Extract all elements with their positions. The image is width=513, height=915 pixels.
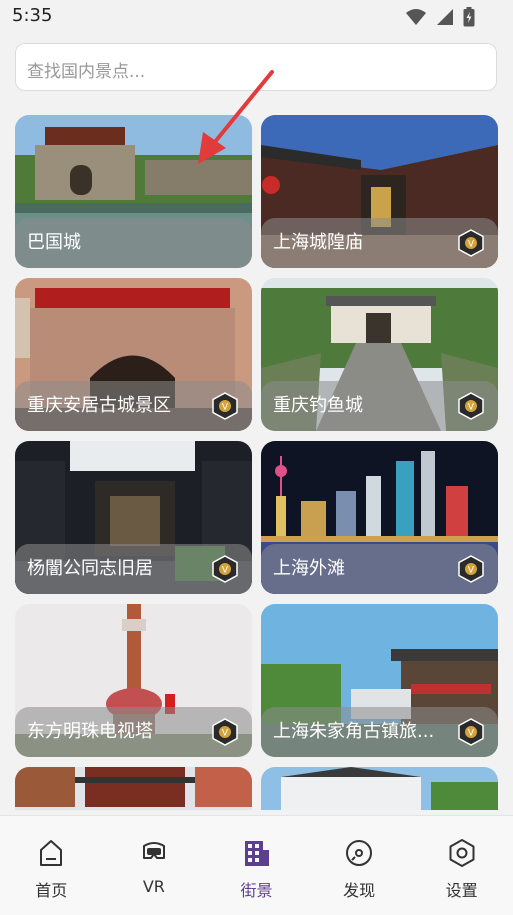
svg-text:V: V (468, 566, 475, 576)
card-title: 东方明珠电视塔 (27, 721, 153, 742)
vr-badge-icon: V (210, 554, 240, 584)
vr-badge-icon: V (456, 228, 486, 258)
vr-badge-icon: V (456, 554, 486, 584)
attraction-card[interactable]: 东方明珠电视塔 V (15, 604, 252, 757)
attraction-card[interactable]: 上海外滩 V (261, 441, 498, 594)
nav-label: 发现 (343, 881, 376, 900)
attraction-card[interactable]: 重庆安居古城景区 V (15, 278, 252, 431)
attraction-photo (261, 767, 498, 810)
vr-badge-icon: V (210, 717, 240, 747)
card-title: 杨闇公同志旧居 (27, 558, 153, 579)
card-title: 上海朱家角古镇旅... (273, 721, 435, 742)
card-title: 上海外滩 (273, 558, 345, 579)
svg-text:V: V (222, 403, 229, 413)
status-time: 5:35 (12, 5, 53, 26)
nav-item-home[interactable]: 首页 (0, 816, 103, 915)
vr-badge-icon: V (210, 391, 240, 421)
nav-label: 设置 (445, 881, 478, 900)
svg-text:V: V (468, 240, 475, 250)
settings-hexagon-icon (445, 836, 479, 870)
vr-badge-icon: V (456, 717, 486, 747)
search-placeholder: 查找国内景点... (27, 62, 146, 82)
battery-icon (463, 7, 475, 27)
nav-item-street-view[interactable]: 街景 (205, 816, 308, 915)
compass-icon (342, 836, 376, 870)
attraction-card[interactable]: 重庆钓鱼城 V (261, 278, 498, 431)
svg-text:V: V (222, 729, 229, 739)
card-title: 巴国城 (27, 232, 81, 253)
attraction-card[interactable]: 杨闇公同志旧居 V (15, 441, 252, 594)
home-icon (34, 836, 68, 870)
nav-item-vr[interactable]: VR (103, 816, 206, 915)
buildings-icon (239, 836, 273, 870)
wifi-icon (406, 9, 426, 25)
svg-text:V: V (468, 729, 475, 739)
card-title: 重庆钓鱼城 (273, 395, 363, 416)
signal-icon (437, 9, 453, 25)
card-title: 上海城隍庙 (273, 232, 363, 253)
status-bar: 5:35 (0, 0, 513, 34)
bottom-nav: 首页 VR 街景 发现 设置 (0, 815, 513, 915)
attraction-card[interactable]: 上海城隍庙 V (261, 115, 498, 268)
svg-text:V: V (468, 403, 475, 413)
nav-label: 首页 (35, 881, 68, 900)
attraction-photo (15, 767, 252, 810)
nav-label: VR (142, 877, 165, 896)
attraction-card[interactable]: 巴国城 (15, 115, 252, 268)
attraction-card[interactable]: 上海朱家角古镇旅... V (261, 604, 498, 757)
svg-text:V: V (222, 566, 229, 576)
attraction-grid[interactable]: 巴国城 上海城隍庙 V 重庆安居古城景区 V 重庆钓鱼城 V 杨闇公同志旧居 V… (0, 115, 513, 810)
vr-headset-icon (137, 836, 171, 870)
attraction-card[interactable] (261, 767, 498, 810)
nav-item-settings[interactable]: 设置 (410, 816, 513, 915)
attraction-card[interactable] (15, 767, 252, 810)
search-input[interactable]: 查找国内景点... (15, 43, 497, 91)
vr-badge-icon: V (456, 391, 486, 421)
card-title: 重庆安居古城景区 (27, 395, 171, 416)
status-icons (405, 6, 475, 28)
nav-item-discover[interactable]: 发现 (308, 816, 411, 915)
nav-label: 街景 (240, 881, 273, 900)
